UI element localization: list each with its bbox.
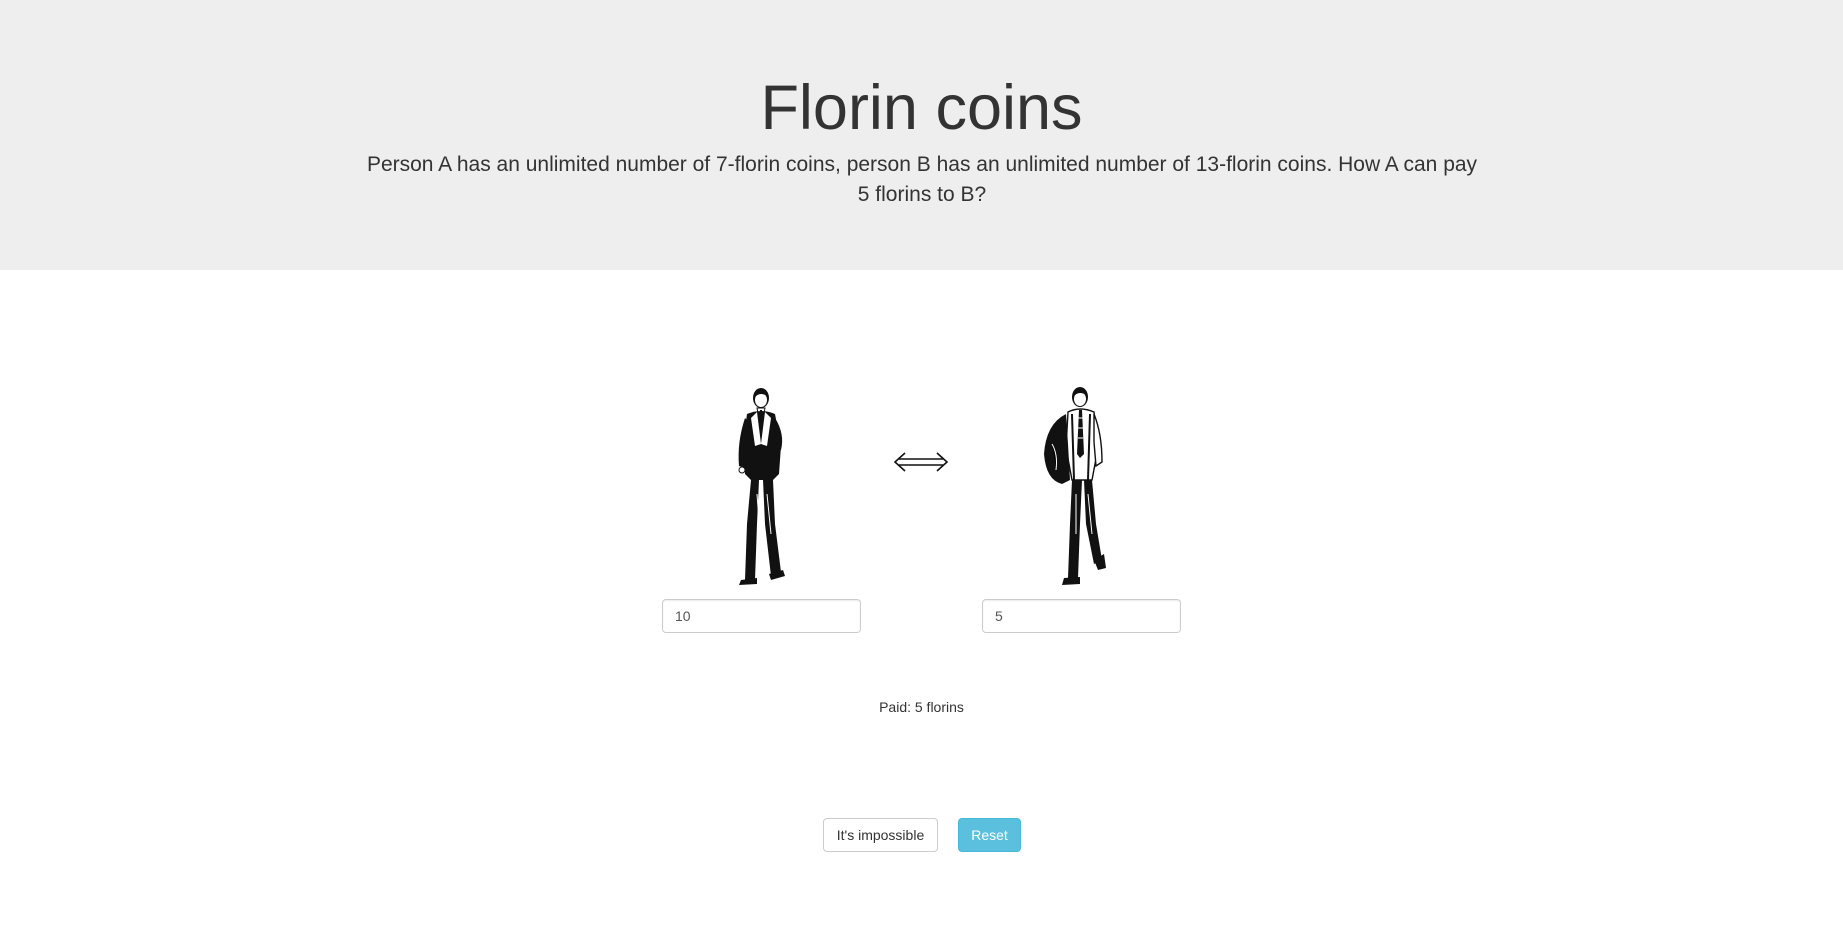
person-a-illustration	[738, 388, 785, 585]
person-b-coins-input[interactable]	[982, 599, 1181, 633]
impossible-button[interactable]: It's impossible	[823, 818, 938, 852]
problem-statement: Person A has an unlimited number of 7-fl…	[366, 153, 1478, 206]
person-b-illustration	[1044, 387, 1106, 585]
header-banner: Florin coins Person A has an unlimited n…	[0, 0, 1843, 270]
double-arrow-icon	[893, 452, 949, 472]
reset-button[interactable]: Reset	[958, 818, 1021, 852]
paid-status: Paid: 5 florins	[879, 699, 964, 715]
page-title: Florin coins	[760, 73, 1083, 143]
person-a-coins-input[interactable]	[662, 599, 861, 633]
